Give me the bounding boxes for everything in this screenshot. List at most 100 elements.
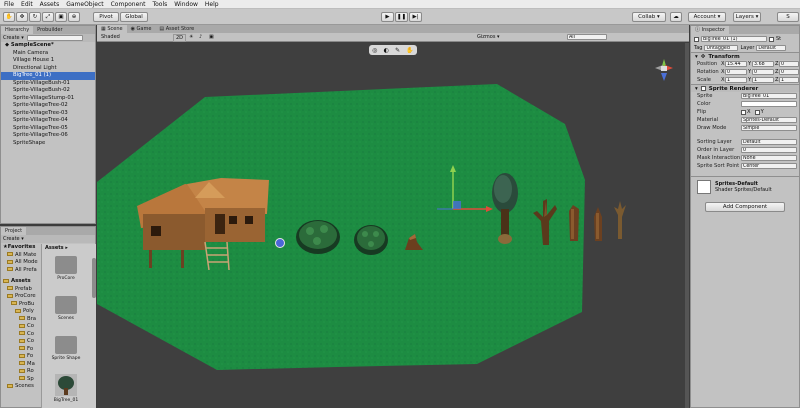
project-scrollbar[interactable]: [92, 258, 96, 298]
project-create-button[interactable]: Create ▾: [3, 236, 24, 242]
folder-item[interactable]: Ma: [1, 361, 41, 369]
folder-item[interactable]: Co: [1, 338, 41, 346]
orientation-gizmo-icon[interactable]: [651, 55, 677, 95]
favorites-header[interactable]: ★Favorites: [1, 244, 41, 252]
move-tool-icon[interactable]: ✥: [16, 12, 28, 22]
add-component-button[interactable]: Add Component: [705, 202, 785, 212]
rotation-x-field[interactable]: 0: [725, 69, 747, 75]
shading-dropdown[interactable]: Shaded: [101, 34, 120, 40]
tag-dropdown[interactable]: Untagged: [704, 45, 739, 51]
assets-header[interactable]: Assets: [1, 278, 41, 286]
transform-tool-icon[interactable]: ⊕: [68, 12, 80, 22]
hand-icon[interactable]: ✋: [406, 47, 413, 54]
pick-icon[interactable]: ✎: [395, 47, 400, 54]
mask-interaction-dropdown[interactable]: None: [741, 155, 797, 161]
menu-help[interactable]: Help: [205, 1, 219, 8]
hierarchy-item-directional-light[interactable]: Directional Light: [1, 65, 95, 73]
scale-tool-icon[interactable]: ⤢: [42, 12, 54, 22]
village-stump-01-sprite[interactable]: [401, 228, 425, 252]
scene-root-row[interactable]: ◆ SampleScene*: [1, 42, 95, 50]
cloud-icon[interactable]: ☁: [670, 12, 682, 22]
folder-item[interactable]: Co: [1, 331, 41, 339]
hierarchy-item-village-house[interactable]: Village House 1: [1, 57, 95, 65]
effects-toggle-icon[interactable]: ▣: [209, 34, 214, 40]
folder-item[interactable]: Scenes: [1, 383, 41, 391]
favorites-item[interactable]: All Prefa: [1, 267, 41, 275]
global-toggle[interactable]: Global: [120, 12, 148, 22]
scene-vertical-scrollbar[interactable]: [685, 43, 689, 408]
sprite-sort-point-dropdown[interactable]: Center: [741, 163, 797, 169]
menu-component[interactable]: Component: [111, 1, 146, 8]
bigtree-sprite[interactable]: [489, 171, 521, 245]
village-bush-02-sprite[interactable]: [353, 222, 389, 256]
position-y-field[interactable]: 3.68: [752, 61, 774, 67]
play-button[interactable]: ▶: [381, 12, 394, 22]
tab-inspector[interactable]: ⓘ Inspector: [691, 26, 729, 34]
hierarchy-item-bigtree[interactable]: BigTree_01 (1): [1, 72, 95, 80]
pivot-toggle[interactable]: Pivot: [93, 12, 119, 22]
hierarchy-item-main-camera[interactable]: Main Camera: [1, 50, 95, 58]
asset-folder-procore[interactable]: ProCore: [52, 256, 80, 281]
asset-folder-sprite-shape[interactable]: Sprite Shape: [50, 336, 82, 361]
sprite-renderer-enabled-checkbox[interactable]: [700, 86, 706, 91]
collab-button[interactable]: Collab ▾: [632, 12, 666, 22]
hierarchy-create-button[interactable]: Create ▾: [3, 35, 24, 41]
sprite-field[interactable]: BigTree_01: [741, 93, 797, 99]
asset-folder-scenes[interactable]: Scenes: [52, 296, 80, 321]
hierarchy-item-bush-01[interactable]: Sprite-VillageBush-01: [1, 80, 95, 88]
village-bush-01-sprite[interactable]: [295, 215, 341, 255]
sorting-layer-dropdown[interactable]: Default: [741, 139, 797, 145]
folder-item[interactable]: Sp: [1, 376, 41, 384]
hierarchy-item-tree-02[interactable]: Sprite-VillageTree-02: [1, 102, 95, 110]
audio-toggle-icon[interactable]: ♪: [199, 34, 202, 40]
scale-z-field[interactable]: 1: [779, 77, 799, 83]
folder-item[interactable]: Fo: [1, 353, 41, 361]
scale-x-field[interactable]: 1: [725, 77, 747, 83]
village-tree-03-sprite[interactable]: [567, 205, 581, 241]
rotate-tool-icon[interactable]: ↻: [29, 12, 41, 22]
static-checkbox[interactable]: [769, 36, 774, 42]
order-in-layer-field[interactable]: 0: [741, 147, 797, 153]
tab-hierarchy[interactable]: Hierarchy: [1, 26, 34, 34]
color-swatch[interactable]: [741, 101, 797, 107]
layer-dropdown[interactable]: Default: [756, 45, 787, 51]
hierarchy-item-tree-04[interactable]: Sprite-VillageTree-04: [1, 117, 95, 125]
sprite-shape-gizmo-icon[interactable]: [275, 238, 285, 248]
hand-tool-icon[interactable]: ✋: [3, 12, 15, 22]
transform-gizmo[interactable]: [433, 165, 493, 215]
scale-y-field[interactable]: 1: [752, 77, 774, 83]
scene-search-input[interactable]: All: [567, 34, 607, 40]
account-button[interactable]: Account ▾: [688, 12, 726, 22]
rotation-y-field[interactable]: 0: [752, 69, 774, 75]
village-tree-05-sprite[interactable]: [613, 201, 627, 239]
camera-view-icon[interactable]: ◎: [372, 47, 377, 54]
tab-scene[interactable]: ▦ Scene: [97, 25, 127, 33]
favorites-item[interactable]: All Mate: [1, 252, 41, 260]
material-field[interactable]: Sprites-Default: [741, 117, 797, 123]
favorites-item[interactable]: All Mode: [1, 259, 41, 267]
menu-assets[interactable]: Assets: [40, 1, 60, 8]
scene-view[interactable]: ▦ Scene ◉ Game ▤ Asset Store Shaded 2D ☀…: [97, 25, 689, 408]
folder-item[interactable]: Fo: [1, 346, 41, 354]
position-z-field[interactable]: 0: [779, 61, 799, 67]
hierarchy-item-tree-03[interactable]: Sprite-VillageTree-03: [1, 110, 95, 118]
hierarchy-search-input[interactable]: [26, 35, 83, 41]
active-checkbox[interactable]: [694, 36, 699, 42]
menu-window[interactable]: Window: [174, 1, 198, 8]
village-tree-02-sprite[interactable]: [529, 193, 561, 245]
draw-mode-dropdown[interactable]: Simple: [741, 125, 797, 131]
object-name-field[interactable]: BigTree_01 (1): [701, 36, 767, 42]
transform-header[interactable]: ▾ ✥ Transform: [691, 52, 799, 60]
folder-item[interactable]: Poly: [1, 308, 41, 316]
hierarchy-item-tree-05[interactable]: Sprite-VillageTree-05: [1, 125, 95, 133]
rect-tool-icon[interactable]: ▣: [55, 12, 67, 22]
menu-file[interactable]: File: [4, 1, 14, 8]
tab-probuilder[interactable]: Probuilder: [33, 26, 66, 34]
shader-dropdown[interactable]: Sprites/Default: [734, 187, 771, 193]
pause-button[interactable]: ❚❚: [395, 12, 408, 22]
folder-item[interactable]: ProBu: [1, 301, 41, 309]
hierarchy-item-tree-06[interactable]: Sprite-VillageTree-06: [1, 132, 95, 140]
folder-item[interactable]: Bra: [1, 316, 41, 324]
folder-item[interactable]: Co: [1, 323, 41, 331]
folder-item[interactable]: Ro: [1, 368, 41, 376]
